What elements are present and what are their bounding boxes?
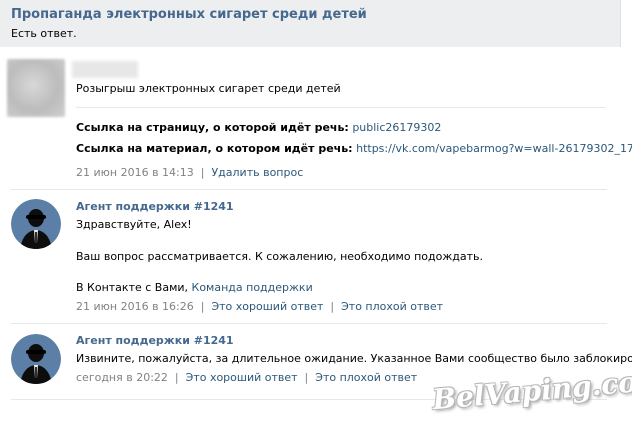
bad-answer-link[interactable]: Это плохой ответ: [341, 300, 443, 313]
question-text: Розыгрыш электронных сигарет среди детей: [76, 82, 341, 95]
agent-name-link[interactable]: Агент поддержки #1241: [76, 200, 234, 213]
good-answer-link[interactable]: Это хороший ответ: [186, 371, 298, 384]
question-meta: 21 июн 2016 в 14:13 | Удалить вопрос: [76, 166, 303, 179]
answer-greeting: Здравствуйте, Alex!: [76, 218, 192, 231]
material-link-row: Ссылка на материал, о котором идёт речь:…: [76, 142, 632, 155]
separator: |: [171, 371, 183, 384]
agent-name-link[interactable]: Агент поддержки #1241: [76, 334, 234, 347]
ticket-title: Пропаганда электронных сигарет среди дет…: [11, 7, 367, 22]
material-link[interactable]: https://vk.com/vapebarmog?w=wall-2617930…: [356, 142, 632, 155]
answer-meta: сегодня в 20:22 | Это хороший ответ | Эт…: [76, 371, 417, 384]
support-ticket-page: Пропаганда электронных сигарет среди дет…: [0, 0, 632, 432]
question-divider: [76, 107, 606, 108]
material-link-label: Ссылка на материал, о котором идёт речь:: [76, 142, 353, 155]
support-team-link[interactable]: Команда поддержки: [192, 281, 313, 294]
answer-divider: [11, 189, 607, 190]
separator: |: [197, 166, 208, 179]
page-link-label: Ссылка на страницу, о которой идёт речь:: [76, 121, 349, 134]
signature-prefix: В Контакте с Вами,: [76, 281, 189, 294]
user-avatar[interactable]: [7, 59, 65, 117]
question-date: 21 июн 2016 в 14:13: [76, 166, 194, 179]
agent-avatar[interactable]: [11, 199, 61, 249]
delete-question-link[interactable]: Удалить вопрос: [211, 166, 303, 179]
agent-silhouette-icon: [11, 199, 61, 249]
bad-answer-link[interactable]: Это плохой ответ: [315, 371, 417, 384]
answer-divider: [11, 323, 607, 324]
answer-date: 21 июн 2016 в 16:26: [76, 300, 194, 313]
page-link[interactable]: public26179302: [352, 121, 441, 134]
agent-silhouette-icon: [11, 334, 61, 384]
user-name[interactable]: [72, 61, 138, 78]
ticket-status: Есть ответ.: [11, 27, 77, 40]
ticket-header: Пропаганда электронных сигарет среди дет…: [0, 0, 621, 47]
answer-body: Извините, пожалуйста, за длительное ожид…: [76, 352, 632, 365]
answer-signature: В Контакте с Вами, Команда поддержки: [76, 281, 313, 294]
answer-date: сегодня в 20:22: [76, 371, 168, 384]
separator: |: [197, 300, 208, 313]
answer-meta: 21 июн 2016 в 16:26 | Это хороший ответ …: [76, 300, 443, 313]
separator: |: [301, 371, 312, 384]
answer-body: Ваш вопрос рассматривается. К сожалению,…: [76, 250, 483, 263]
site-watermark: BelVaping.com: [431, 362, 632, 417]
agent-avatar[interactable]: [11, 334, 61, 384]
page-link-row: Ссылка на страницу, о которой идёт речь:…: [76, 121, 441, 134]
good-answer-link[interactable]: Это хороший ответ: [211, 300, 323, 313]
separator: |: [326, 300, 338, 313]
